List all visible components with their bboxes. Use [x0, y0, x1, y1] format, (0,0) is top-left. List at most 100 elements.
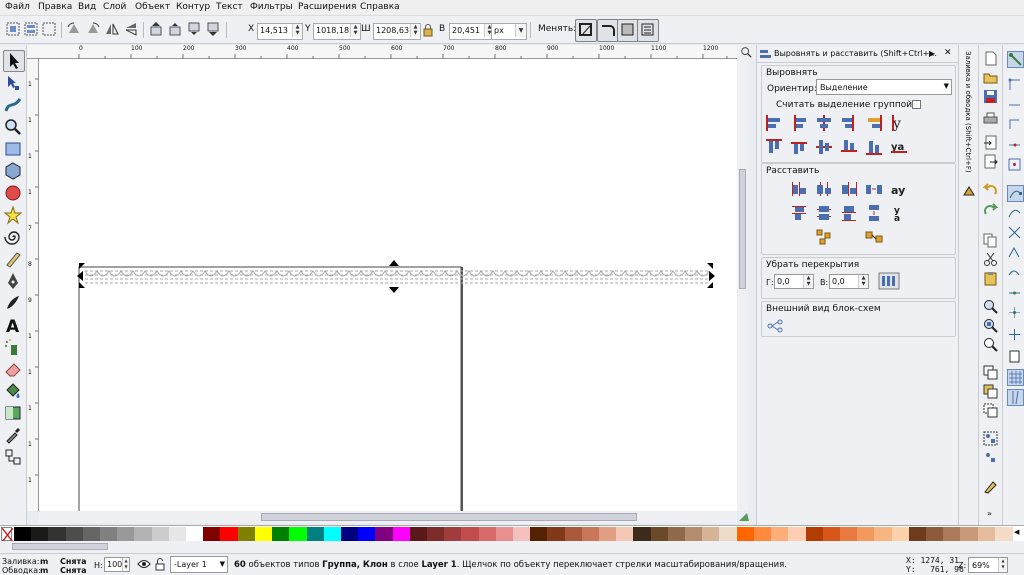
distribute-right-icon[interactable] — [840, 180, 858, 198]
y-field[interactable]: 1018,18 ▲ ▼ — [313, 23, 361, 40]
horizontal-scroll-thumb[interactable] — [261, 513, 637, 521]
palette-scroll-thumb[interactable] — [12, 543, 108, 550]
lower-icon[interactable] — [186, 21, 202, 37]
color-swatch[interactable] — [599, 527, 618, 541]
color-swatch[interactable] — [186, 527, 205, 541]
snap-bbox-edge-icon[interactable] — [1007, 97, 1022, 112]
rectangle-tool-icon[interactable] — [3, 139, 23, 159]
color-swatch[interactable] — [409, 527, 428, 541]
color-swatch[interactable] — [220, 527, 239, 541]
color-swatch[interactable] — [151, 527, 170, 541]
ungroup-icon[interactable] — [983, 450, 998, 465]
remove-overlaps-icon[interactable] — [878, 272, 900, 290]
color-swatch[interactable] — [82, 527, 101, 541]
align-right-icon[interactable] — [840, 114, 858, 132]
group-icon[interactable] — [983, 431, 998, 446]
redo-icon[interactable] — [983, 203, 999, 218]
palette-scrollbar[interactable] — [0, 541, 1024, 553]
tweak-tool-icon[interactable] — [3, 95, 23, 115]
more-commands-icon[interactable]: » — [987, 509, 992, 518]
color-swatch[interactable] — [65, 527, 84, 541]
color-swatch[interactable] — [891, 527, 910, 541]
snap-object-center-icon[interactable] — [1007, 305, 1022, 320]
align-text-anchor-icon[interactable]: ya — [890, 138, 908, 156]
color-swatch[interactable] — [14, 527, 32, 541]
height-field[interactable]: 20,451 ▲ ▼ — [449, 23, 495, 40]
overlap-h-field[interactable]: 0,0 ▲ ▼ — [774, 274, 814, 289]
palette-menu-icon[interactable]: ◀ — [1014, 528, 1019, 536]
distribute-top-icon[interactable] — [790, 204, 808, 222]
fill-value[interactable]: Снята — [60, 557, 87, 566]
snap-intersection-icon[interactable] — [1007, 225, 1022, 240]
overlap-h-spin-icon[interactable]: ▲ ▼ — [803, 275, 813, 288]
snap-smooth-icon[interactable] — [1007, 265, 1022, 280]
color-swatch[interactable] — [392, 527, 411, 541]
scale-stroke-toggle[interactable] — [575, 19, 597, 42]
color-swatch[interactable] — [134, 527, 153, 541]
snap-page-border-icon[interactable] — [1007, 349, 1022, 364]
align-bottom-edge-icon[interactable] — [865, 138, 883, 156]
distribute-baseline-h-icon[interactable]: ay — [890, 180, 908, 198]
stroke-value[interactable]: Снята — [60, 566, 87, 575]
color-swatch[interactable] — [461, 527, 480, 541]
color-swatch[interactable] — [616, 527, 635, 541]
align-right-edge-icon[interactable] — [865, 114, 883, 132]
menu-path[interactable]: Контур — [176, 2, 210, 12]
color-swatch[interactable] — [977, 527, 996, 541]
distribute-gaps-h-icon[interactable] — [865, 180, 883, 198]
color-swatch[interactable] — [736, 527, 755, 541]
3d-box-tool-icon[interactable] — [3, 161, 23, 181]
zoom-field[interactable]: 69% ▲ ▼ — [968, 557, 1008, 573]
export-icon[interactable] — [983, 154, 998, 169]
color-swatch[interactable] — [564, 527, 583, 541]
color-swatch[interactable] — [633, 527, 652, 541]
align-left-icon[interactable] — [790, 114, 808, 132]
color-swatch[interactable] — [874, 527, 893, 541]
snap-bbox-icon[interactable] — [1007, 77, 1022, 92]
align-center-horizontal-icon[interactable] — [815, 138, 833, 156]
color-swatch[interactable] — [581, 527, 600, 541]
relative-select[interactable]: Выделение ▼ — [816, 79, 952, 95]
horizontal-scrollbar[interactable] — [39, 511, 737, 523]
pencil-tool-icon[interactable] — [3, 249, 23, 269]
color-swatch[interactable] — [306, 527, 325, 541]
color-swatch[interactable] — [272, 527, 291, 541]
w-spin-arrows-icon[interactable]: ▲ ▼ — [410, 24, 420, 37]
distribute-center-v-icon[interactable] — [815, 204, 833, 222]
color-swatch[interactable] — [530, 527, 549, 541]
pen-tool-icon[interactable] — [3, 271, 23, 291]
flip-vertical-icon[interactable] — [123, 21, 139, 37]
clone-icon[interactable] — [983, 384, 998, 399]
distribute-baseline-v-icon[interactable]: ya — [890, 204, 908, 224]
lower-to-bottom-icon[interactable] — [205, 21, 221, 37]
snap-bbox-corner-icon[interactable] — [1007, 117, 1022, 132]
text-tool-icon[interactable]: A — [3, 315, 23, 337]
snap-path-icon[interactable] — [1007, 205, 1022, 220]
color-swatch[interactable] — [426, 527, 445, 541]
open-document-icon[interactable] — [983, 70, 998, 85]
snap-bbox-center-icon[interactable] — [1007, 157, 1022, 172]
color-swatch[interactable] — [857, 527, 876, 541]
color-swatch[interactable] — [788, 527, 807, 541]
color-swatch[interactable] — [168, 527, 187, 541]
color-swatch[interactable] — [237, 527, 256, 541]
layer-dropdown-icon[interactable]: ▼ — [220, 560, 225, 568]
vertical-scroll-thumb[interactable] — [739, 169, 746, 289]
flip-horizontal-icon[interactable] — [104, 21, 120, 37]
unit-dropdown-icon[interactable]: ▼ — [515, 24, 526, 37]
menu-text[interactable]: Текст — [216, 2, 243, 12]
color-swatch[interactable] — [960, 527, 979, 541]
save-document-icon[interactable] — [983, 89, 998, 104]
align-text-baseline-icon[interactable]: y — [890, 114, 908, 132]
color-swatch[interactable] — [375, 527, 394, 541]
remove-overlap-random-icon[interactable] — [865, 228, 883, 246]
align-top-icon[interactable] — [790, 138, 808, 156]
color-swatch[interactable] — [444, 527, 463, 541]
snap-guide-icon[interactable] — [1007, 389, 1024, 406]
unlink-clone-icon[interactable] — [983, 403, 998, 418]
menu-filters[interactable]: Фильтры — [250, 2, 293, 12]
deselect-icon[interactable] — [41, 21, 57, 37]
gradient-tool-icon[interactable] — [3, 403, 23, 423]
relative-dropdown-icon[interactable]: ▼ — [944, 82, 949, 90]
selector-tool-icon[interactable] — [3, 50, 25, 72]
